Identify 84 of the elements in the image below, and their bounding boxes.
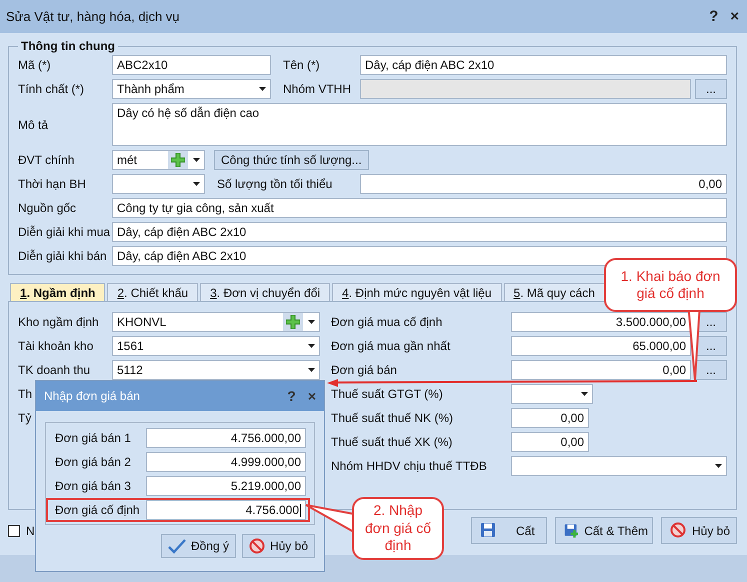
cancel-icon — [248, 538, 265, 554]
field-label: Số lượng tồn tối thiểu — [217, 177, 334, 191]
field-label: Tên (*) — [283, 58, 321, 72]
action-button[interactable]: Cất — [471, 517, 547, 544]
input-field[interactable]: 4.999.000,00 — [146, 452, 306, 472]
callout: 1. Khai báo đơn giá cố định — [604, 258, 737, 312]
input-field[interactable]: Dây, cáp điện ABC 2x10 — [360, 55, 727, 75]
floppy-plus-icon — [564, 522, 578, 539]
dropdown-field[interactable]: 1561 — [112, 336, 320, 356]
dropdown-field[interactable]: KHONVL — [112, 312, 320, 332]
close-button[interactable]: × — [308, 388, 316, 404]
field-label: Mô tả — [18, 118, 50, 132]
caret-icon[interactable] — [580, 392, 588, 396]
callout: 2. Nhập đơn giá cố định — [352, 497, 444, 560]
dropdown-field[interactable] — [511, 456, 727, 476]
field-label: Đơn giá bán 3 — [55, 479, 132, 493]
tab[interactable]: 2. Chiết khấu — [107, 283, 198, 301]
caret-icon[interactable] — [714, 464, 722, 468]
caret-icon[interactable] — [192, 182, 200, 186]
field-label: Thuế suất GTGT (%) — [331, 387, 444, 401]
help-button[interactable]: ? — [287, 388, 296, 404]
input-field[interactable]: Công ty tự gia công, sản xuất — [112, 198, 727, 218]
field-label: Đơn giá cố định — [55, 503, 141, 517]
cancel-icon — [670, 522, 686, 539]
checkmark-icon — [168, 538, 186, 554]
dropdown-field[interactable]: mét — [112, 150, 205, 170]
dropdown-field[interactable]: Thành phẩm — [112, 79, 271, 99]
caret-icon[interactable] — [308, 344, 314, 348]
field-label: Kho ngầm định — [18, 315, 100, 329]
dialog-button[interactable]: Đồng ý — [160, 534, 236, 558]
caret-icon[interactable] — [258, 87, 266, 91]
browse-button[interactable]: ... — [695, 360, 727, 380]
field-label: Tỷ — [18, 411, 32, 425]
action-button[interactable]: Hủy bỏ — [661, 517, 737, 544]
dropdown-field[interactable]: 5112 — [112, 360, 320, 380]
field-label: Đơn giá bán 2 — [55, 455, 132, 469]
section-title: Thông tin chung — [20, 39, 116, 53]
input-field[interactable]: Dây có hệ số dẫn điện cao — [112, 103, 727, 146]
tab[interactable]: 5. Mã quy cách — [504, 283, 605, 301]
tab[interactable]: 1. Ngầm định — [10, 283, 106, 301]
caret-icon[interactable] — [308, 368, 314, 372]
field-label: Thuế suất thuế NK (%) — [331, 411, 454, 425]
input-field[interactable]: Dây, cáp điện ABC 2x10 — [112, 246, 727, 266]
field-label: Thời hạn BH — [18, 177, 87, 191]
dialog-button[interactable]: Hủy bỏ — [242, 534, 315, 558]
input-field[interactable]: 0,00 — [511, 432, 589, 452]
dropdown-field[interactable] — [511, 384, 593, 404]
input-field[interactable]: 0,00 — [511, 408, 589, 428]
checkbox[interactable] — [8, 524, 20, 536]
tab[interactable]: 3. Đơn vị chuyển đổi — [200, 283, 330, 301]
plus-icon[interactable] — [286, 315, 300, 329]
dialog-title: Nhập đơn giá bán — [44, 389, 141, 403]
field-label: Thuế suất thuế XK (%) — [331, 435, 454, 449]
field-label: Đơn giá mua cố định — [331, 315, 444, 329]
field-label: Tài khoản kho — [18, 339, 94, 353]
field-label: ĐVT chính — [18, 153, 76, 167]
help-button[interactable]: ? — [709, 8, 718, 25]
caret-icon[interactable] — [308, 320, 314, 324]
action-button[interactable]: Cất & Thêm — [555, 517, 653, 544]
input-field[interactable]: Dây, cáp điện ABC 2x10 — [112, 222, 727, 242]
input-field[interactable]: 4.756.000,00 — [146, 428, 306, 448]
field-label: Nguồn gốc — [18, 201, 78, 215]
field-label: Mã (*) — [18, 58, 52, 72]
field-label: Tính chất (*) — [18, 82, 86, 96]
field-label: Th — [18, 387, 32, 401]
dropdown-field[interactable] — [112, 174, 205, 194]
input-field[interactable]: ABC2x10 — [112, 55, 271, 75]
checkbox-label[interactable]: N — [26, 524, 35, 538]
field-label: Đơn giá bán — [331, 363, 398, 377]
formula-button[interactable]: Công thức tính số lượng... — [214, 150, 369, 170]
field-label: Nhóm HHDV chịu thuế TTĐB — [331, 459, 488, 473]
field-label: TK doanh thu — [18, 363, 92, 377]
plus-icon[interactable] — [171, 153, 185, 167]
field-label: Đơn giá bán 1 — [55, 431, 132, 445]
caret-icon[interactable] — [192, 158, 200, 162]
field-label: Diễn giải khi mua — [18, 225, 112, 239]
tab[interactable]: 4. Định mức nguyên vật liệu — [332, 283, 502, 301]
field-label: Nhóm VTHH — [283, 82, 352, 96]
input-field[interactable]: 5.219.000,00 — [146, 476, 306, 496]
window-title: Sửa Vật tư, hàng hóa, dịch vụ — [6, 9, 181, 24]
input-field[interactable]: 0,00 — [360, 174, 727, 194]
field-label: Đơn giá mua gần nhất — [331, 339, 452, 353]
field-label: Diễn giải khi bán — [18, 249, 108, 263]
close-button[interactable]: × — [730, 8, 739, 25]
